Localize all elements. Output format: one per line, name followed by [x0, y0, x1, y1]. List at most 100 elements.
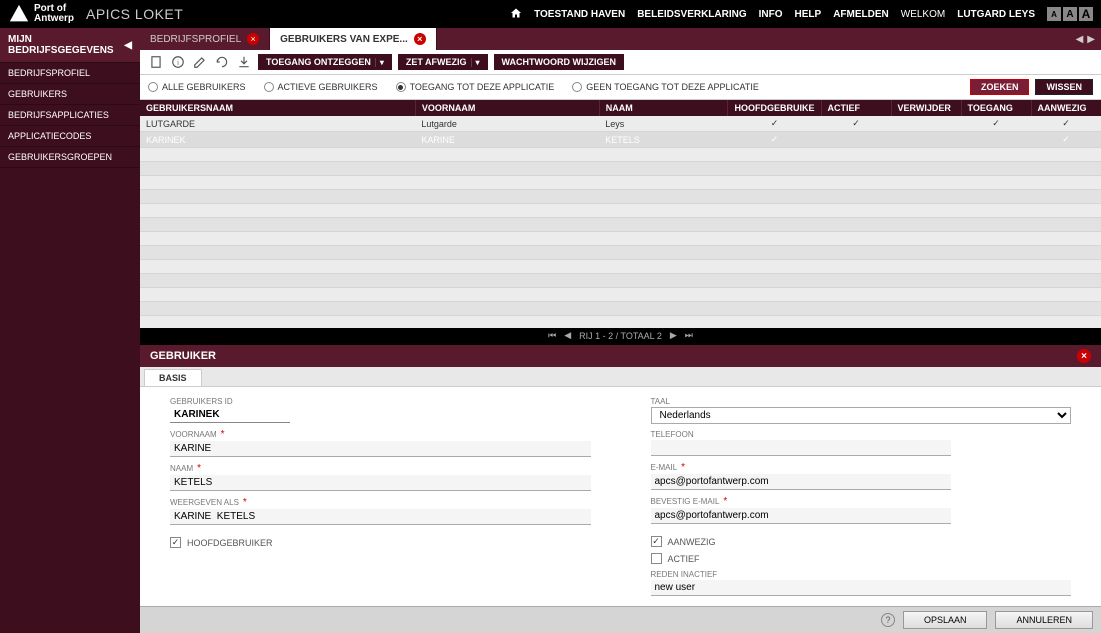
- col-actief[interactable]: ACTIEF: [821, 100, 891, 116]
- tabs-nav: ◀ ▶: [1076, 28, 1101, 50]
- users-table-area: GEBRUIKERSNAAM VOORNAAM NAAM HOOFDGEBRUI…: [140, 100, 1101, 328]
- wissen-button[interactable]: WISSEN: [1035, 79, 1093, 95]
- table-row: [140, 260, 1101, 274]
- table-row: [140, 316, 1101, 329]
- required-icon: *: [681, 462, 685, 473]
- sidebar-item-gebruikers[interactable]: GEBRUIKERS: [0, 84, 140, 105]
- bevestig-email-field[interactable]: [651, 508, 951, 524]
- naam-field[interactable]: [170, 475, 591, 491]
- table-row: [140, 218, 1101, 232]
- label-voornaam: VOORNAAM: [170, 430, 217, 439]
- sidebar-item-applicatiecodes[interactable]: APPLICATIECODES: [0, 126, 140, 147]
- label-gebruikers-id: GEBRUIKERS ID: [170, 397, 591, 406]
- sidebar-item-bedrijfsapplicaties[interactable]: BEDRIJFSAPPLICATIES: [0, 105, 140, 126]
- label-weergeven: WEERGEVEN ALS: [170, 498, 239, 507]
- svg-text:i: i: [177, 60, 179, 67]
- tab-label: BEDRIJFSPROFIEL: [150, 34, 241, 45]
- label-telefoon: TELEFOON: [651, 430, 1072, 439]
- font-large-button[interactable]: A: [1079, 7, 1093, 21]
- pager-next-icon[interactable]: ▶: [670, 330, 677, 341]
- chevron-down-icon[interactable]: ▾: [471, 58, 480, 67]
- sidebar-item-bedrijfsprofiel[interactable]: BEDRIJFSPROFIEL: [0, 63, 140, 84]
- label-naam: NAAM: [170, 464, 193, 473]
- tab-gebruikers-van-expe[interactable]: GEBRUIKERS VAN EXPE... ×: [270, 28, 437, 50]
- font-small-button[interactable]: A: [1047, 7, 1061, 21]
- chevron-down-icon[interactable]: ▾: [375, 58, 384, 67]
- aanwezig-checkbox[interactable]: [651, 536, 662, 547]
- reden-inactief-field[interactable]: [651, 580, 1072, 596]
- col-hoofdgebruiker[interactable]: HOOFDGEBRUIKE: [728, 100, 821, 116]
- col-naam[interactable]: NAAM: [599, 100, 728, 116]
- font-med-button[interactable]: A: [1063, 7, 1077, 21]
- home-icon[interactable]: [510, 7, 522, 22]
- detail-title: GEBRUIKER: [150, 350, 216, 362]
- tabs-row: BEDRIJFSPROFIEL × GEBRUIKERS VAN EXPE...…: [140, 28, 1101, 50]
- voornaam-field[interactable]: [170, 441, 591, 457]
- refresh-icon[interactable]: [214, 54, 230, 70]
- taal-select[interactable]: Nederlands: [651, 407, 1072, 424]
- tab-prev-icon[interactable]: ◀: [1076, 34, 1084, 45]
- table-row[interactable]: KARINEKKARINEKETELS✓✓: [140, 132, 1101, 148]
- col-verwijder[interactable]: VERWIJDER: [891, 100, 961, 116]
- nav-info[interactable]: INFO: [759, 9, 783, 20]
- detail-tab-basis[interactable]: BASIS: [144, 369, 202, 386]
- table-row: [140, 302, 1101, 316]
- current-user: LUTGARD LEYS: [957, 9, 1035, 20]
- col-voornaam[interactable]: VOORNAAM: [415, 100, 599, 116]
- col-aanwezig[interactable]: AANWEZIG: [1031, 100, 1101, 116]
- pager: ⏮ ◀ RIJ 1 - 2 / TOTAAL 2 ▶ ⏭: [140, 328, 1101, 343]
- telefoon-field[interactable]: [651, 440, 951, 456]
- export-icon[interactable]: [236, 54, 252, 70]
- edit-icon[interactable]: [192, 54, 208, 70]
- zet-afwezig-button[interactable]: ZET AFWEZIG▾: [398, 54, 488, 70]
- nav-beleid[interactable]: BELEIDSVERKLARING: [637, 9, 746, 20]
- toegang-ontzeggen-button[interactable]: TOEGANG ONTZEGGEN▾: [258, 54, 392, 70]
- detail-panel: GEBRUIKER × BASIS GEBRUIKERS ID VOORNAAM…: [140, 343, 1101, 633]
- detail-header: GEBRUIKER ×: [140, 345, 1101, 367]
- label-bevestig-email: BEVESTIG E-MAIL: [651, 497, 720, 506]
- actief-checkbox[interactable]: [651, 553, 662, 564]
- detail-tabs: BASIS: [140, 367, 1101, 387]
- sidebar-item-gebruikersgroepen[interactable]: GEBRUIKERSGROEPEN: [0, 147, 140, 168]
- col-gebruikersnaam[interactable]: GEBRUIKERSNAAM: [140, 100, 415, 116]
- sidebar-header: MIJN BEDRIJFSGEGEVENS ◀: [0, 28, 140, 63]
- annuleren-button[interactable]: ANNULEREN: [995, 611, 1093, 629]
- content-area: BEDRIJFSPROFIEL × GEBRUIKERS VAN EXPE...…: [140, 28, 1101, 633]
- info-icon[interactable]: i: [170, 54, 186, 70]
- radio-actieve-gebruikers[interactable]: ACTIEVE GEBRUIKERS: [264, 82, 378, 92]
- new-icon[interactable]: [148, 54, 164, 70]
- opslaan-button[interactable]: OPSLAAN: [903, 611, 988, 629]
- pager-first-icon[interactable]: ⏮: [548, 330, 556, 341]
- hoofdgebruiker-checkbox[interactable]: [170, 537, 181, 548]
- pager-prev-icon[interactable]: ◀: [564, 330, 571, 341]
- tab-label: GEBRUIKERS VAN EXPE...: [280, 34, 408, 45]
- radio-toegang[interactable]: TOEGANG TOT DEZE APPLICATIE: [396, 82, 555, 92]
- weergeven-als-field[interactable]: [170, 509, 591, 525]
- table-row[interactable]: LUTGARDELutgardeLeys✓✓✓✓: [140, 116, 1101, 132]
- radio-geen-toegang[interactable]: GEEN TOEGANG TOT DEZE APPLICATIE: [572, 82, 759, 92]
- filter-row: ALLE GEBRUIKERS ACTIEVE GEBRUIKERS TOEGA…: [140, 75, 1101, 100]
- tab-close-icon[interactable]: ×: [247, 33, 259, 45]
- sidebar-collapse-icon[interactable]: ◀: [124, 40, 132, 51]
- nav-afmelden[interactable]: AFMELDEN: [833, 9, 889, 20]
- nav-help[interactable]: HELP: [795, 9, 822, 20]
- col-toegang[interactable]: TOEGANG: [961, 100, 1031, 116]
- tab-next-icon[interactable]: ▶: [1087, 34, 1095, 45]
- nav-toestand[interactable]: TOESTAND HAVEN: [534, 9, 625, 20]
- radio-alle-gebruikers[interactable]: ALLE GEBRUIKERS: [148, 82, 246, 92]
- logo-text: Port of Antwerp: [34, 4, 74, 24]
- table-row: [140, 204, 1101, 218]
- table-row: [140, 190, 1101, 204]
- zoeken-button[interactable]: ZOEKEN: [970, 79, 1030, 95]
- pager-last-icon[interactable]: ⏭: [685, 330, 693, 341]
- detail-close-icon[interactable]: ×: [1077, 349, 1091, 363]
- font-size-buttons: A A A: [1047, 7, 1093, 21]
- email-field[interactable]: [651, 474, 951, 490]
- tab-close-icon[interactable]: ×: [414, 33, 426, 45]
- wachtwoord-wijzigen-button[interactable]: WACHTWOORD WIJZIGEN: [494, 54, 625, 70]
- help-icon[interactable]: ?: [881, 613, 895, 627]
- tab-bedrijfsprofiel[interactable]: BEDRIJFSPROFIEL ×: [140, 28, 270, 50]
- label-actief: ACTIEF: [668, 554, 700, 564]
- welcome-label: WELKOM: [901, 9, 945, 20]
- table-row: [140, 288, 1101, 302]
